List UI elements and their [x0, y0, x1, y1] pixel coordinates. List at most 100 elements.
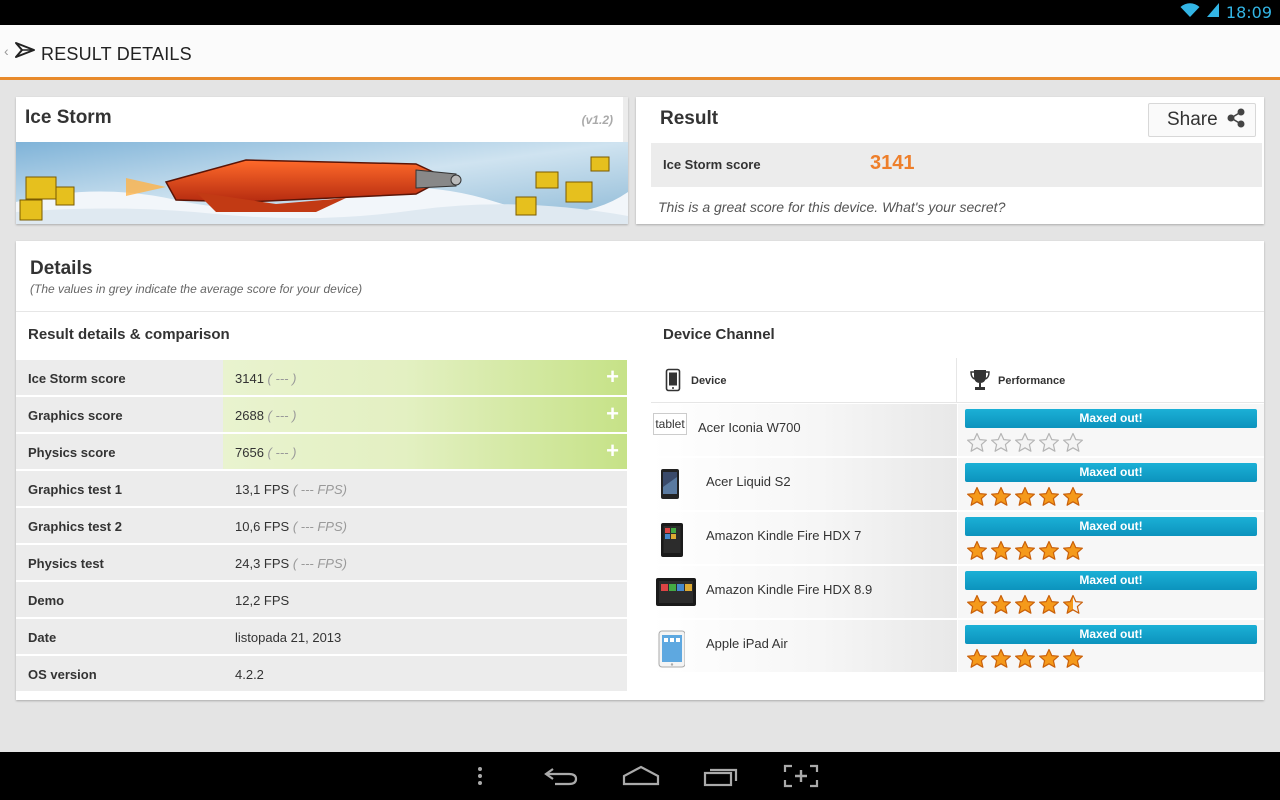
- trophy-icon: [970, 370, 990, 390]
- detail-value: listopada 21, 2013: [235, 630, 342, 645]
- detail-row-physics-test: Physics test 24,3 FPS ( --- FPS): [16, 545, 627, 580]
- star-icon: [1039, 486, 1059, 506]
- detail-value: 2688 ( --- ): [235, 408, 297, 423]
- device-row[interactable]: Amazon Kindle Fire HDX 8.9 Maxed out!: [651, 565, 1264, 619]
- expand-plus-icon[interactable]: +: [606, 366, 619, 388]
- star-icon: [1063, 594, 1083, 614]
- detail-label: Graphics score: [28, 408, 123, 423]
- detail-label: Ice Storm score: [28, 371, 126, 386]
- detail-value: 13,1 FPS ( --- FPS): [235, 482, 347, 497]
- star-icon: [991, 594, 1011, 614]
- divider: [16, 311, 1264, 312]
- expand-plus-icon[interactable]: +: [606, 403, 619, 425]
- score-label: Ice Storm score: [663, 157, 761, 172]
- ipad-thumbnail-icon: [655, 629, 686, 674]
- star-icon: [967, 594, 987, 614]
- detail-value: 12,2 FPS: [235, 593, 290, 608]
- device-name: Apple iPad Air: [706, 636, 788, 651]
- device-row[interactable]: Acer Liquid S2 Maxed out!: [651, 457, 1264, 511]
- star-icon: [967, 432, 987, 452]
- detail-value: 10,6 FPS ( --- FPS): [235, 519, 347, 534]
- comparison-title: Result details & comparison: [28, 326, 230, 343]
- detail-label: Graphics test 1: [28, 482, 122, 497]
- star-icon: [1015, 648, 1035, 668]
- result-heading: Result: [660, 108, 719, 129]
- phone-icon: [665, 368, 681, 392]
- detail-label: Physics score: [28, 445, 116, 460]
- star-icon: [1015, 540, 1035, 560]
- detail-row-physics-score[interactable]: Physics score 7656 ( --- ) +: [16, 434, 627, 469]
- star-icon: [991, 648, 1011, 668]
- star-rating: [966, 486, 1084, 507]
- detail-value: 4.2.2: [235, 667, 264, 682]
- star-rating: [966, 648, 1084, 669]
- performance-bar: Maxed out!: [965, 571, 1257, 590]
- tablet-landscape-thumbnail-icon: [655, 575, 697, 614]
- detail-row-graphics-score[interactable]: Graphics score 2688 ( --- ) +: [16, 397, 627, 432]
- test-card: Ice Storm (v1.2): [16, 97, 628, 224]
- page-title: RESULT DETAILS: [41, 44, 192, 64]
- test-name: Ice Storm: [25, 107, 112, 128]
- device-name: Amazon Kindle Fire HDX 8.9: [706, 582, 873, 597]
- back-icon[interactable]: [543, 764, 579, 793]
- detail-row-graphics-test-2: Graphics test 2 10,6 FPS ( --- FPS): [16, 508, 627, 543]
- wifi-icon: [1180, 2, 1200, 23]
- detail-value: 24,3 FPS ( --- FPS): [235, 556, 347, 571]
- detail-value: 3141 ( --- ): [235, 371, 297, 386]
- performance-bar: Maxed out!: [965, 517, 1257, 536]
- performance-bar: Maxed out!: [965, 409, 1257, 428]
- share-label: Share: [1167, 109, 1218, 130]
- score-row: Ice Storm score 3141: [651, 143, 1262, 187]
- detail-label: Physics test: [28, 556, 104, 571]
- phone-thumbnail-icon: [655, 467, 685, 506]
- menu-icon[interactable]: [470, 764, 490, 793]
- result-details-table: Ice Storm score 3141 ( --- ) + Graphics s…: [16, 358, 627, 691]
- recent-apps-icon[interactable]: [703, 764, 739, 793]
- screenshot-icon[interactable]: [783, 764, 819, 793]
- test-banner-image: [16, 142, 628, 224]
- detail-row-date: Date listopada 21, 2013: [16, 619, 627, 654]
- star-icon: [1063, 486, 1083, 506]
- device-header[interactable]: Device: [691, 375, 726, 387]
- details-card: Details (The values in grey indicate the…: [16, 241, 1264, 700]
- home-icon[interactable]: [622, 764, 660, 793]
- performance-header[interactable]: Performance: [998, 375, 1065, 387]
- result-card: Result Share Ice Storm score 3141 This i…: [636, 97, 1264, 224]
- signal-icon: [1206, 2, 1220, 23]
- device-row[interactable]: tablet Acer Iconia W700 Maxed out!: [651, 403, 1264, 457]
- device-name: Acer Liquid S2: [706, 474, 791, 489]
- device-channel-table: Device Performance tablet Acer Iconia W7…: [651, 358, 1264, 673]
- app-logo-icon[interactable]: [14, 40, 36, 65]
- details-subtitle: (The values in grey indicate the average…: [30, 282, 363, 296]
- star-icon: [1039, 432, 1059, 452]
- status-bar: 18:09: [0, 0, 1280, 25]
- test-version: (v1.2): [581, 113, 613, 127]
- up-caret-icon[interactable]: ‹: [4, 43, 9, 59]
- device-table-header: Device Performance: [651, 358, 1264, 403]
- detail-label: Date: [28, 630, 57, 645]
- device-name: Acer Iconia W700: [698, 420, 801, 435]
- share-button[interactable]: Share: [1148, 103, 1256, 137]
- star-icon: [967, 540, 987, 560]
- detail-label: Demo: [28, 593, 65, 608]
- star-icon: [991, 540, 1011, 560]
- star-icon: [1015, 594, 1035, 614]
- star-icon: [1063, 540, 1083, 560]
- detail-label: Graphics test 2: [28, 519, 122, 534]
- action-bar: ‹ RESULT DETAILS: [0, 25, 1280, 80]
- detail-row-ice-storm-score[interactable]: Ice Storm score 3141 ( --- ) +: [16, 360, 627, 395]
- performance-bar: Maxed out!: [965, 625, 1257, 644]
- star-rating: [966, 540, 1084, 561]
- device-row[interactable]: Amazon Kindle Fire HDX 7 Maxed out!: [651, 511, 1264, 565]
- detail-value: 7656 ( --- ): [235, 445, 297, 460]
- star-icon: [1063, 648, 1083, 668]
- expand-plus-icon[interactable]: +: [606, 440, 619, 462]
- detail-row-demo: Demo 12,2 FPS: [16, 582, 627, 617]
- tablet-thumbnail-icon: [655, 521, 685, 564]
- star-icon: [1039, 594, 1059, 614]
- detail-label: OS version: [28, 667, 97, 682]
- star-rating: [966, 594, 1084, 615]
- device-row[interactable]: Apple iPad Air Maxed out!: [651, 619, 1264, 673]
- star-icon: [1039, 540, 1059, 560]
- star-icon: [1015, 486, 1035, 506]
